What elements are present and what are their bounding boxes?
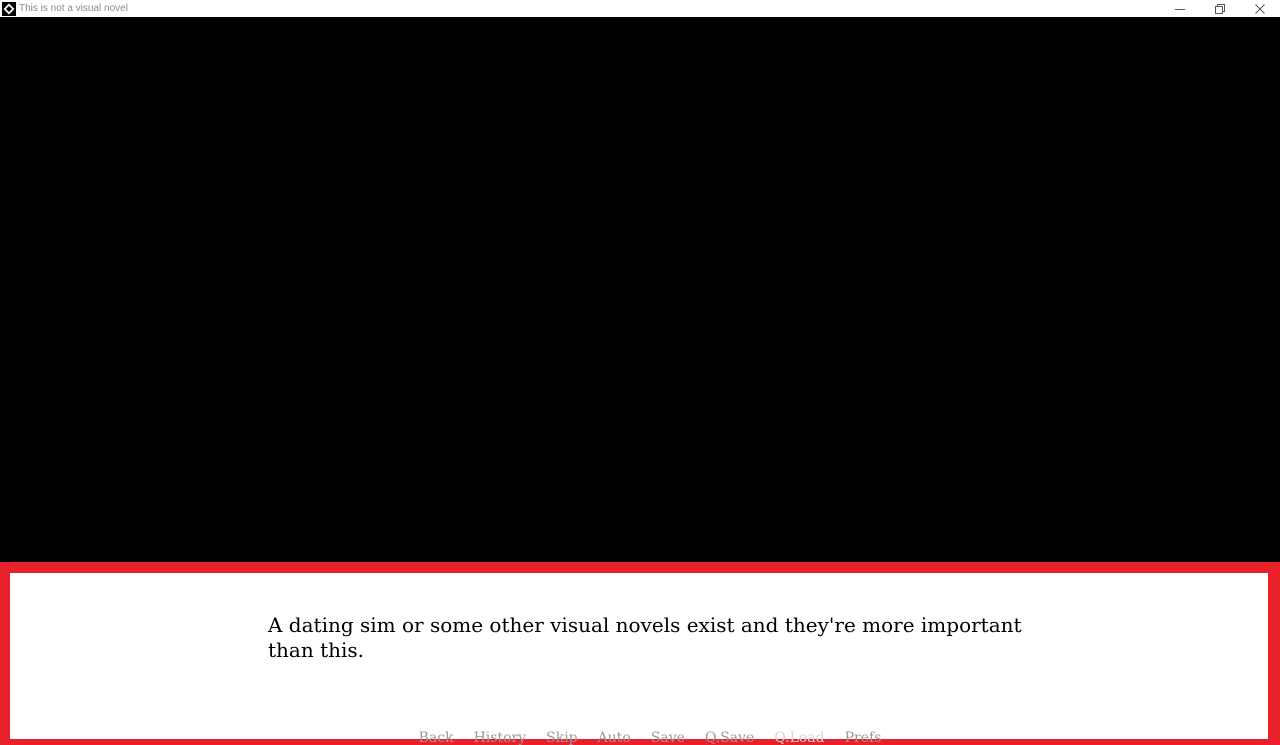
title-bar[interactable]: This is not a visual novel	[0, 0, 1280, 17]
dialogue-textbox-inner: A dating sim or some other visual novels…	[10, 573, 1268, 745]
dialogue-text: A dating sim or some other visual novels…	[268, 613, 1022, 662]
quick-menu-back[interactable]: Back	[419, 730, 454, 745]
window-controls	[1160, 0, 1280, 17]
close-button[interactable]	[1240, 0, 1280, 17]
diamond-app-icon	[2, 1, 16, 16]
quick-menu-auto[interactable]: Auto	[598, 730, 631, 745]
dialogue-textbox[interactable]: A dating sim or some other visual novels…	[0, 562, 1280, 745]
quick-menu-skip[interactable]: Skip	[546, 730, 578, 745]
quick-menu-qsave[interactable]: Q.Save	[705, 730, 754, 745]
minimize-icon	[1175, 8, 1185, 10]
restore-icon	[1215, 3, 1225, 14]
minimize-button[interactable]	[1160, 0, 1200, 17]
quick-menu-prefs[interactable]: Prefs	[845, 730, 882, 745]
game-window: This is not a visual novel A dating sim …	[0, 0, 1280, 745]
quick-menu-qload[interactable]: Q.Load	[774, 730, 824, 745]
close-icon	[1255, 3, 1265, 14]
quick-menu-history[interactable]: History	[474, 730, 527, 745]
game-scene[interactable]	[0, 17, 1280, 562]
window-title: This is not a visual novel	[19, 3, 128, 14]
quick-menu-save[interactable]: Save	[651, 730, 685, 745]
restore-button[interactable]	[1200, 0, 1240, 17]
quick-menu: Back History Skip Auto Save Q.Save Q.Loa…	[10, 730, 1268, 745]
